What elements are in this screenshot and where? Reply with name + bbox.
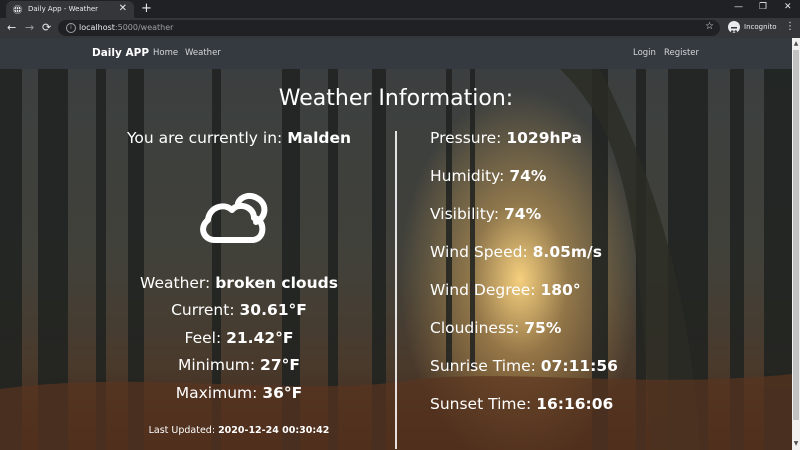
cloud-icon (200, 192, 268, 243)
profile-label: Incognito (744, 23, 777, 31)
tab-strip: Daily App - Weather ✕ + — ❐ ✕ (0, 0, 800, 18)
nav-link-register[interactable]: Register (664, 48, 699, 58)
detail-wind-degree: Wind Degree: 180° (430, 281, 581, 299)
close-window-icon[interactable]: ✕ (784, 2, 792, 12)
weather-description-value: broken clouds (215, 274, 338, 292)
brand-link[interactable]: Daily APP (92, 47, 149, 59)
site-navbar: Daily APP Home Weather Login Register (0, 38, 792, 69)
location-value: Malden (287, 129, 352, 147)
min-temp-value: 27°F (260, 356, 300, 374)
close-icon[interactable]: ✕ (119, 3, 127, 14)
plus-icon[interactable]: + (141, 1, 152, 16)
browser-tab[interactable]: Daily App - Weather ✕ (6, 1, 134, 18)
column-divider (395, 131, 397, 449)
scroll-up-arrow-icon[interactable]: ▲ (792, 40, 800, 47)
detail-sunset: Sunset Time: 16:16:06 (430, 395, 614, 413)
max-temp-value: 36°F (262, 384, 303, 402)
info-icon[interactable]: i (66, 23, 76, 33)
min-temp-line: Minimum: 27°F (178, 356, 300, 374)
last-updated-value: 2020-12-24 00:30:42 (218, 425, 330, 436)
nav-link-login[interactable]: Login (633, 48, 656, 58)
detail-pressure: Pressure: 1029hPa (430, 129, 582, 147)
page-heading: Weather Information: (278, 86, 514, 111)
minimize-icon[interactable]: — (734, 2, 743, 12)
detail-cloudiness: Cloudiness: 75% (430, 319, 562, 337)
nav-link-home[interactable]: Home (153, 48, 178, 58)
feel-temp-line: Feel: 21.42°F (184, 329, 294, 347)
forward-arrow-icon[interactable]: → (25, 21, 34, 34)
scroll-down-arrow-icon[interactable]: ▼ (792, 440, 800, 447)
restore-icon[interactable]: ❐ (759, 2, 767, 12)
browser-toolbar: ← → ⟳ i localhost:5000/weather ☆ Incogni… (0, 18, 800, 38)
address-bar[interactable]: i localhost:5000/weather ☆ (58, 20, 720, 36)
max-temp-line: Maximum: 36°F (175, 384, 303, 402)
detail-sunrise: Sunrise Time: 07:11:56 (430, 357, 618, 375)
weather-description-line: Weather: broken clouds (140, 274, 338, 292)
page-scrollbar[interactable]: ▲ ▼ (792, 38, 800, 450)
feel-temp-value: 21.42°F (226, 329, 294, 347)
detail-visibility: Visibility: 74% (430, 205, 542, 223)
tab-title: Daily App - Weather (28, 5, 99, 13)
star-icon[interactable]: ☆ (705, 21, 714, 32)
current-temp-value: 30.61°F (239, 301, 307, 319)
location-line: You are currently in: Malden (126, 129, 352, 147)
detail-humidity: Humidity: 74% (430, 167, 547, 185)
detail-wind-speed: Wind Speed: 8.05m/s (430, 243, 602, 261)
last-updated-line: Last Updated: 2020-12-24 00:30:42 (148, 425, 330, 436)
url-text: localhost:5000/weather (79, 23, 174, 32)
nav-link-weather[interactable]: Weather (185, 48, 221, 58)
back-arrow-icon[interactable]: ← (7, 21, 16, 34)
incognito-icon[interactable] (728, 21, 740, 33)
globe-icon (13, 5, 22, 14)
scroll-thumb[interactable] (793, 50, 799, 420)
web-page: Daily APP Home Weather Login Register We… (0, 38, 792, 450)
kebab-menu-icon[interactable]: ⋮ (785, 21, 795, 32)
current-temp-line: Current: 30.61°F (171, 301, 307, 319)
reload-icon[interactable]: ⟳ (42, 21, 51, 34)
